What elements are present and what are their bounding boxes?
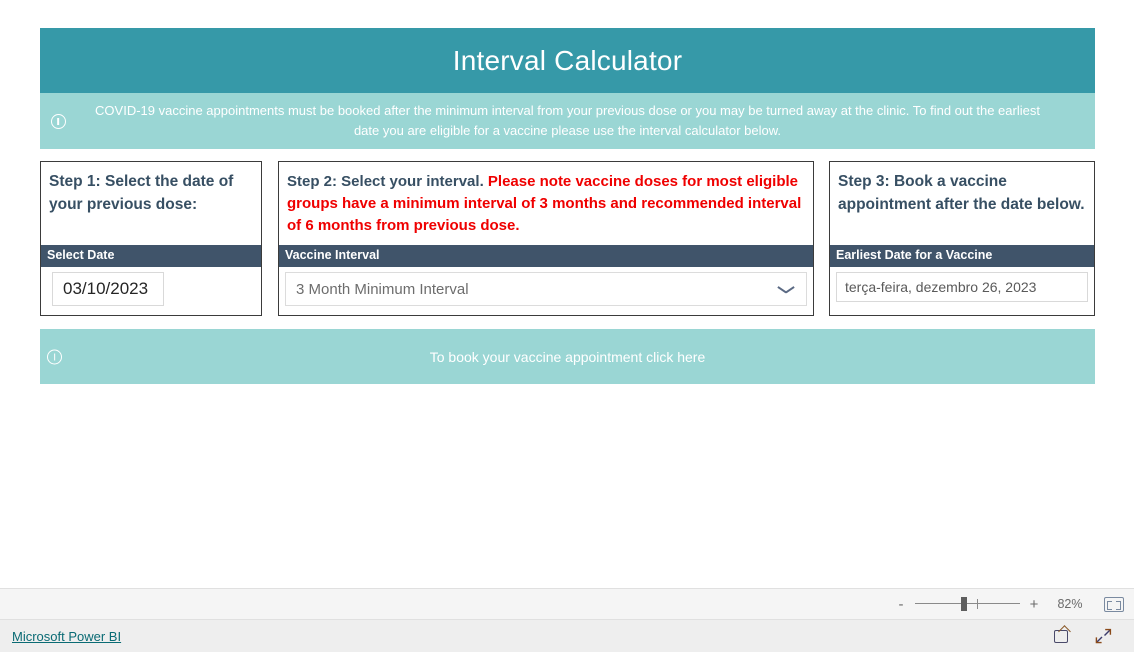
report-title-banner: Interval Calculator xyxy=(40,28,1095,93)
step-1-card: Step 1: Select the date of your previous… xyxy=(40,161,262,316)
share-icon[interactable] xyxy=(1054,627,1072,645)
step-3-card: Step 3: Book a vaccine appointment after… xyxy=(829,161,1095,316)
zoom-toolbar: - + 82% xyxy=(0,588,1134,620)
zoom-slider-notch xyxy=(977,599,978,609)
fit-to-screen-icon[interactable] xyxy=(1104,596,1124,612)
power-bi-link[interactable]: Microsoft Power BI xyxy=(12,629,121,644)
steps-row: Step 1: Select the date of your previous… xyxy=(40,161,1095,316)
step-3-heading: Step 3: Book a vaccine appointment after… xyxy=(838,173,1085,213)
zoom-slider[interactable] xyxy=(915,597,1020,611)
chevron-down-icon[interactable] xyxy=(778,285,794,294)
earliest-date-label: Earliest Date for a Vaccine xyxy=(830,245,1094,267)
zoom-level-value: 82% xyxy=(1057,597,1083,611)
booking-cta-text[interactable]: To book your vaccine appointment click h… xyxy=(430,349,705,365)
step-2-heading: Step 2: Select your interval. Please not… xyxy=(279,162,813,245)
info-banner: COVID-19 vaccine appointments must be bo… xyxy=(40,93,1095,149)
page-title: Interval Calculator xyxy=(452,44,683,76)
previous-dose-date-input[interactable]: 03/10/2023 xyxy=(52,272,164,306)
info-banner-text: COVID-19 vaccine appointments must be bo… xyxy=(95,103,1040,138)
step-2-card: Step 2: Select your interval. Please not… xyxy=(278,161,814,316)
zoom-in-button[interactable]: + xyxy=(1024,597,1044,612)
select-date-body: 03/10/2023 xyxy=(41,267,261,315)
vaccine-interval-label: Vaccine Interval xyxy=(279,245,813,267)
select-date-label: Select Date xyxy=(41,245,261,267)
step-2-heading-normal: Step 2: Select your interval. xyxy=(287,173,488,190)
vaccine-interval-selected-value: 3 Month Minimum Interval xyxy=(296,280,469,298)
earliest-date-value: terça-feira, dezembro 26, 2023 xyxy=(836,272,1088,302)
zoom-out-button[interactable]: - xyxy=(891,597,911,612)
booking-cta-banner[interactable]: To book your vaccine appointment click h… xyxy=(40,329,1095,384)
zoom-slider-rail xyxy=(915,603,1020,604)
zoom-slider-thumb[interactable] xyxy=(961,597,967,611)
info-icon xyxy=(47,349,62,364)
step-1-heading: Step 1: Select the date of your previous… xyxy=(49,173,234,213)
vaccine-interval-body: 3 Month Minimum Interval xyxy=(279,267,813,315)
info-icon xyxy=(47,110,69,132)
zoom-controls: - + 82% xyxy=(891,596,1124,612)
report-canvas: Interval Calculator COVID-19 vaccine app… xyxy=(40,28,1095,388)
vaccine-interval-select[interactable]: 3 Month Minimum Interval xyxy=(285,272,807,306)
report-page: Interval Calculator COVID-19 vaccine app… xyxy=(0,0,1134,652)
expand-arrows-icon[interactable] xyxy=(1094,627,1112,645)
earliest-date-body: terça-feira, dezembro 26, 2023 xyxy=(830,267,1094,315)
report-footer: Microsoft Power BI xyxy=(0,620,1134,652)
